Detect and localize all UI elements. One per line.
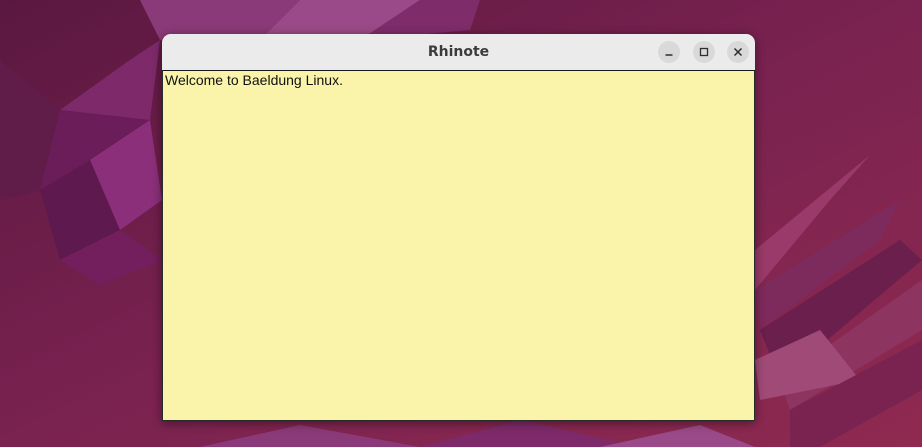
minimize-icon	[665, 54, 673, 56]
close-button[interactable]	[727, 41, 749, 63]
close-icon	[733, 47, 743, 57]
maximize-button[interactable]	[693, 41, 715, 63]
title-bar[interactable]: Rhinote	[162, 34, 755, 71]
maximize-icon	[699, 47, 709, 57]
note-text-area[interactable]: Welcome to Baeldung Linux.	[162, 70, 755, 421]
rhinote-window: Rhinote Welcome to Baeldung Linux.	[162, 34, 755, 421]
minimize-button[interactable]	[658, 41, 680, 63]
note-content: Welcome to Baeldung Linux.	[165, 72, 343, 88]
